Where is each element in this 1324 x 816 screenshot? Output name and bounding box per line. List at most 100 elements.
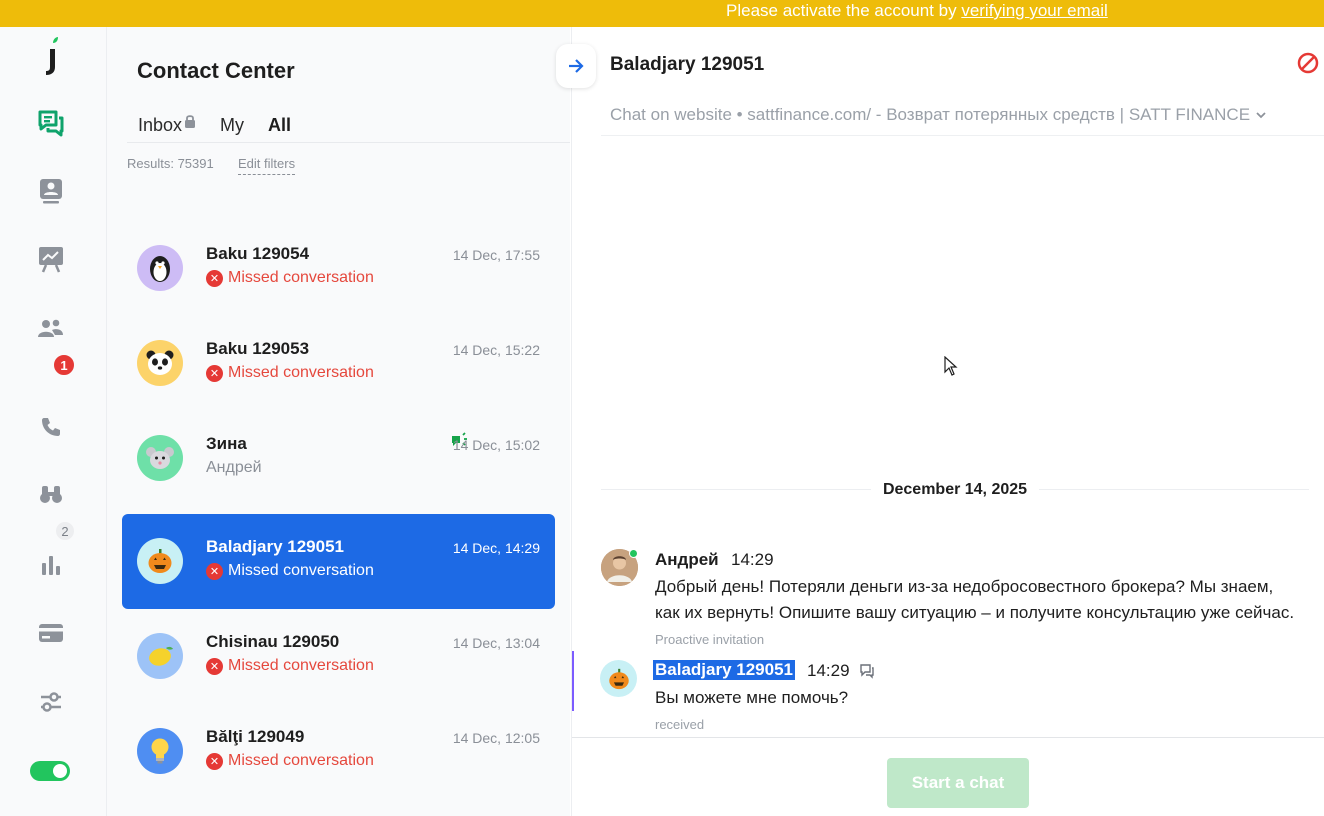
chevron-down-icon [1256, 112, 1266, 119]
conversation-time: 14 Dec, 17:55 [452, 247, 540, 263]
message-text: Добрый день! Потеряли деньги из-за недоб… [655, 574, 1294, 626]
conversation-item[interactable]: Baku 129054 14 Dec, 17:55 ✕ Missed conve… [122, 221, 555, 316]
conversation-time: 14 Dec, 12:05 [452, 730, 540, 746]
header-divider [601, 135, 1324, 136]
mouse-cursor-icon [944, 356, 958, 376]
settings-sliders-icon[interactable] [35, 686, 67, 718]
penguin-avatar-icon [137, 245, 183, 291]
date-label: December 14, 2025 [870, 481, 1040, 498]
conversation-status-text: Missed conversation [228, 752, 374, 769]
tab-inbox[interactable]: Inbox [138, 114, 196, 136]
ban-visitor-icon[interactable] [1297, 52, 1319, 74]
pumpkin-avatar-icon [600, 660, 637, 697]
nav-rail: 1 2 [0, 27, 107, 816]
collapse-list-button[interactable] [556, 44, 596, 88]
conversation-status: ✕ Missed conversation [206, 657, 374, 675]
message-meta: received [655, 717, 705, 732]
conversation-status-text: Missed conversation [228, 364, 374, 381]
conversation-name: Baladjary 129051 [206, 537, 344, 556]
tab-my-label: My [220, 115, 245, 135]
date-separator: December 14, 2025 [601, 479, 1309, 499]
binoculars-icon[interactable] [35, 479, 67, 511]
verify-email-link[interactable]: verifying your email [961, 1, 1107, 20]
online-status-dot [629, 549, 638, 558]
edit-filters-link[interactable]: Edit filters [238, 156, 296, 175]
chat-source-text: Chat on website • sattfinance.com/ - Воз… [610, 105, 1251, 124]
conversation-item[interactable]: Bălţi 129049 14 Dec, 12:05 ✕ Missed conv… [122, 704, 555, 799]
logo-icon[interactable] [35, 37, 67, 75]
reports-icon[interactable] [35, 549, 67, 581]
email-verification-banner: Please activate the account by verifying… [0, 0, 1324, 27]
arrow-right-icon [569, 59, 584, 73]
visitors-count-badge: 2 [54, 520, 76, 542]
conversation-name: Baku 129053 [206, 339, 310, 358]
results-count: Results: 75391 [127, 156, 214, 171]
message-text-line: как их вернуть! Опишите вашу ситуацию – … [655, 603, 1295, 622]
conversation-status: ✕ Missed conversation [206, 752, 374, 770]
conversation-status: ✕ Missed conversation [206, 364, 374, 382]
message-meta: Proactive invitation [655, 632, 765, 647]
conversation-last-author: Андрей [206, 459, 262, 476]
conversation-time: 14 Dec, 15:22 [452, 342, 540, 358]
message-text: Вы можете мне помочь? [655, 688, 849, 707]
lock-icon [185, 114, 196, 128]
conversation-time: 14 Dec, 13:04 [452, 635, 540, 651]
message-author: Андрей [655, 550, 719, 569]
conversation-item[interactable]: Chisinau 129050 14 Dec, 13:04 ✕ Missed c… [122, 609, 555, 704]
conversation-name: Bălţi 129049 [206, 727, 305, 746]
chat-source-dropdown[interactable]: Chat on website • sattfinance.com/ - Воз… [610, 105, 1266, 125]
contacts-icon[interactable] [35, 175, 67, 207]
conversation-status: ✕ Missed conversation [206, 562, 374, 580]
panda-avatar-icon [137, 340, 183, 386]
tabs-divider [127, 142, 570, 143]
chats-icon[interactable] [35, 107, 67, 139]
tab-inbox-label: Inbox [138, 115, 183, 135]
conversation-item-selected[interactable]: Baladjary 129051 14 Dec, 14:29 ✕ Missed … [122, 514, 555, 609]
message-time: 14:29 [807, 661, 850, 680]
conversation-time: 14 Dec, 14:29 [452, 540, 540, 556]
agent-avatar [601, 549, 638, 586]
conversation-name: Chisinau 129050 [206, 632, 340, 651]
conversation-item[interactable]: Зина 14 Dec, 15:02 Андрей [122, 411, 555, 506]
conversation-name: Зина [206, 434, 247, 453]
page-title: Contact Center [137, 58, 295, 83]
missed-x-icon: ✕ [206, 562, 223, 580]
conversation-status-text: Missed conversation [228, 562, 374, 579]
missed-x-icon: ✕ [206, 364, 223, 382]
message-marker [572, 651, 574, 711]
conversation-name: Baku 129054 [206, 244, 310, 263]
conversation-list-panel: Contact Center Inbox My All Results: 753… [107, 27, 570, 816]
tab-my[interactable]: My [220, 115, 244, 136]
conversation-item[interactable]: Baku 129053 14 Dec, 15:22 ✕ Missed conve… [122, 316, 555, 411]
conversation-tabs: Inbox My All [138, 114, 315, 136]
conversation-status-text: Missed conversation [228, 269, 374, 286]
team-notification-badge: 1 [52, 353, 76, 377]
toggle-knob [53, 764, 67, 778]
missed-x-icon: ✕ [206, 269, 223, 287]
missed-x-icon: ✕ [206, 752, 223, 770]
missed-x-icon: ✕ [206, 657, 223, 675]
banner-text: Please activate the account by verifying… [726, 0, 1108, 23]
online-status-toggle[interactable] [30, 761, 70, 781]
conversation-time: 14 Dec, 15:02 [452, 437, 540, 453]
message-text-line: Добрый день! Потеряли деньги из-за недоб… [655, 577, 1274, 596]
pumpkin-avatar-icon [137, 538, 183, 584]
billing-card-icon[interactable] [35, 617, 67, 649]
lightbulb-avatar-icon [137, 728, 183, 774]
conversation-status-text: Missed conversation [228, 657, 374, 674]
mouse-avatar-icon [137, 435, 183, 481]
tab-all[interactable]: All [268, 115, 291, 136]
chat-bubble-icon [860, 664, 874, 679]
team-icon[interactable] [35, 313, 67, 345]
lemon-avatar-icon [137, 633, 183, 679]
start-chat-button[interactable]: Start a chat [887, 758, 1029, 808]
phone-icon[interactable] [35, 411, 67, 443]
chat-panel: Baladjary 129051 Chat on website • sattf… [571, 27, 1324, 816]
composer-divider [572, 737, 1324, 738]
presentation-chart-icon[interactable] [35, 243, 67, 275]
chat-title: Baladjary 129051 [610, 54, 765, 75]
conversation-status: ✕ Missed conversation [206, 269, 374, 287]
message-author: Baladjary 129051 [653, 660, 795, 680]
message-time: 14:29 [731, 550, 774, 569]
tab-all-label: All [268, 115, 292, 135]
